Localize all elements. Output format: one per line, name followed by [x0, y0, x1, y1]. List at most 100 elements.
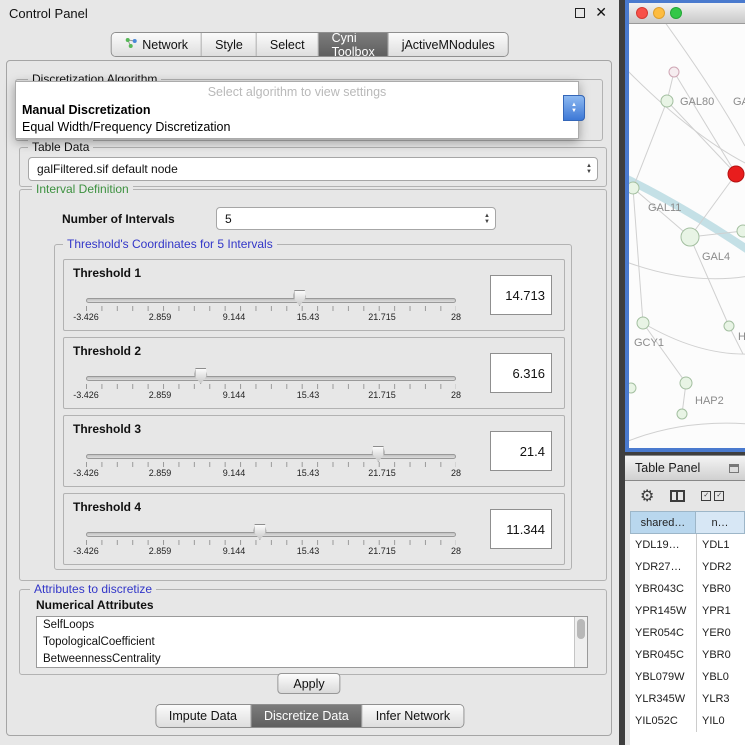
- network-edge[interactable]: [633, 188, 643, 323]
- network-edge[interactable]: [643, 323, 686, 383]
- table-row[interactable]: YER054CYER0: [630, 622, 745, 644]
- table-cell[interactable]: YLR3: [696, 688, 745, 710]
- slider-track[interactable]: [86, 532, 456, 537]
- combo-stepper-icon[interactable]: ▲▼: [479, 213, 495, 225]
- threshold-slider[interactable]: -3.4262.8599.14415.4321.71528: [86, 520, 456, 564]
- table-cell[interactable]: YIL052C: [630, 710, 696, 732]
- zoom-traffic-light[interactable]: [670, 7, 682, 19]
- slider-handle[interactable]: [372, 446, 385, 462]
- combo-value: galFiltered.sif default node: [29, 162, 581, 176]
- network-edge[interactable]: [629, 64, 745, 164]
- network-node[interactable]: [737, 225, 745, 237]
- slider-track[interactable]: [86, 454, 456, 459]
- number-of-intervals-combobox[interactable]: 5 ▲▼: [216, 207, 496, 230]
- select-columns-button[interactable]: ✓ ✓: [701, 491, 724, 501]
- combo-stepper-icon[interactable]: ▲▼: [563, 95, 585, 121]
- tab-cyni-toolbox[interactable]: Cyni Toolbox: [319, 33, 389, 56]
- close-traffic-light[interactable]: [636, 7, 648, 19]
- network-canvas[interactable]: GAL80GALGAL11GAL4GCY1HAP2H: [629, 24, 745, 448]
- dropdown-option-equal-width-frequency[interactable]: Equal Width/Frequency Discretization: [16, 119, 578, 136]
- tab-label: Network: [142, 38, 188, 52]
- table-row[interactable]: YDR27…YDR2: [630, 556, 745, 578]
- network-node[interactable]: [681, 228, 699, 246]
- float-window-icon[interactable]: [575, 8, 585, 18]
- table-cell[interactable]: YBR0: [696, 644, 745, 666]
- network-window-titlebar[interactable]: [629, 3, 745, 24]
- tab-select[interactable]: Select: [257, 33, 319, 56]
- tick-labels: -3.4262.8599.14415.4321.71528: [86, 312, 456, 324]
- network-node[interactable]: [629, 383, 636, 393]
- threshold-slider[interactable]: -3.4262.8599.14415.4321.71528: [86, 364, 456, 408]
- table-row[interactable]: YLR345WYLR3: [630, 688, 745, 710]
- network-node[interactable]: [724, 321, 734, 331]
- network-node[interactable]: [728, 166, 744, 182]
- tab-network[interactable]: Network: [111, 33, 202, 56]
- table-row[interactable]: YBR045CYBR0: [630, 644, 745, 666]
- table-cell[interactable]: YDL19…: [630, 534, 696, 556]
- threshold-slider[interactable]: -3.4262.8599.14415.4321.71528: [86, 286, 456, 330]
- table-cell[interactable]: YPR1: [696, 600, 745, 622]
- slider-handle[interactable]: [194, 368, 207, 384]
- table-cell[interactable]: YER054C: [630, 622, 696, 644]
- table-row[interactable]: YPR145WYPR1: [630, 600, 745, 622]
- gear-icon[interactable]: ⚙: [640, 486, 654, 506]
- table-data-combobox[interactable]: galFiltered.sif default node ▲▼: [28, 157, 598, 181]
- network-edge[interactable]: [674, 72, 736, 174]
- network-edge[interactable]: [633, 101, 667, 188]
- table-cell[interactable]: YDL1: [696, 534, 745, 556]
- numerical-attributes-list[interactable]: SelfLoopsTopologicalCoefficientBetweenne…: [36, 616, 588, 668]
- dropdown-option-manual-discretization[interactable]: Manual Discretization: [16, 102, 578, 119]
- slider-handle[interactable]: [253, 524, 266, 540]
- network-node[interactable]: [637, 317, 649, 329]
- slider-handle[interactable]: [293, 290, 306, 306]
- threshold-slider[interactable]: -3.4262.8599.14415.4321.71528: [86, 442, 456, 486]
- table-panel-titlebar[interactable]: Table Panel: [625, 455, 745, 481]
- tab-infer-network[interactable]: Infer Network: [363, 705, 463, 727]
- table-row[interactable]: YDL19…YDL1: [630, 534, 745, 556]
- network-edge[interactable]: [659, 24, 745, 146]
- table-cell[interactable]: YBL079W: [630, 666, 696, 688]
- table-cell[interactable]: YLR345W: [630, 688, 696, 710]
- column-header-shared-name[interactable]: shared…: [630, 511, 696, 534]
- scrollbar[interactable]: [574, 617, 587, 667]
- slider-track[interactable]: [86, 298, 456, 303]
- table-cell[interactable]: YBR0: [696, 578, 745, 600]
- table-cell[interactable]: YIL0: [696, 710, 745, 732]
- network-edge[interactable]: [629, 423, 745, 444]
- list-item[interactable]: BetweennessCentrality: [37, 651, 587, 668]
- apply-button[interactable]: Apply: [277, 673, 340, 694]
- table-cell[interactable]: YBR043C: [630, 578, 696, 600]
- tab-discretize-data[interactable]: Discretize Data: [251, 705, 363, 727]
- network-node[interactable]: [677, 409, 687, 419]
- tab-impute-data[interactable]: Impute Data: [156, 705, 251, 727]
- threshold-value-field[interactable]: [490, 509, 552, 549]
- close-icon[interactable]: ✕: [595, 4, 607, 21]
- table-cell[interactable]: YER0: [696, 622, 745, 644]
- network-node[interactable]: [680, 377, 692, 389]
- list-item[interactable]: TopologicalCoefficient: [37, 634, 587, 651]
- table-cell[interactable]: YBL0: [696, 666, 745, 688]
- columns-icon[interactable]: [670, 490, 685, 502]
- table-cell[interactable]: YDR27…: [630, 556, 696, 578]
- network-node[interactable]: [669, 67, 679, 77]
- scrollbar-thumb[interactable]: [577, 619, 585, 639]
- slider-track[interactable]: [86, 376, 456, 381]
- minimize-traffic-light[interactable]: [653, 7, 665, 19]
- tab-jactivemnodules[interactable]: jActiveMNodules: [389, 33, 508, 56]
- float-window-icon[interactable]: [729, 464, 739, 473]
- table-cell[interactable]: YDR2: [696, 556, 745, 578]
- column-header-name[interactable]: n…: [696, 511, 745, 534]
- table-row[interactable]: YBR043CYBR0: [630, 578, 745, 600]
- threshold-value-field[interactable]: [490, 275, 552, 315]
- network-node[interactable]: [629, 182, 639, 194]
- tab-style[interactable]: Style: [202, 33, 257, 56]
- table-row[interactable]: YBL079WYBL0: [630, 666, 745, 688]
- threshold-value-field[interactable]: [490, 353, 552, 393]
- network-node[interactable]: [661, 95, 673, 107]
- table-cell[interactable]: YPR145W: [630, 600, 696, 622]
- table-row[interactable]: YIL052CYIL0: [630, 710, 745, 732]
- combo-stepper-icon[interactable]: ▲▼: [581, 163, 597, 175]
- table-cell[interactable]: YBR045C: [630, 644, 696, 666]
- threshold-value-field[interactable]: [490, 431, 552, 471]
- list-item[interactable]: SelfLoops: [37, 617, 587, 634]
